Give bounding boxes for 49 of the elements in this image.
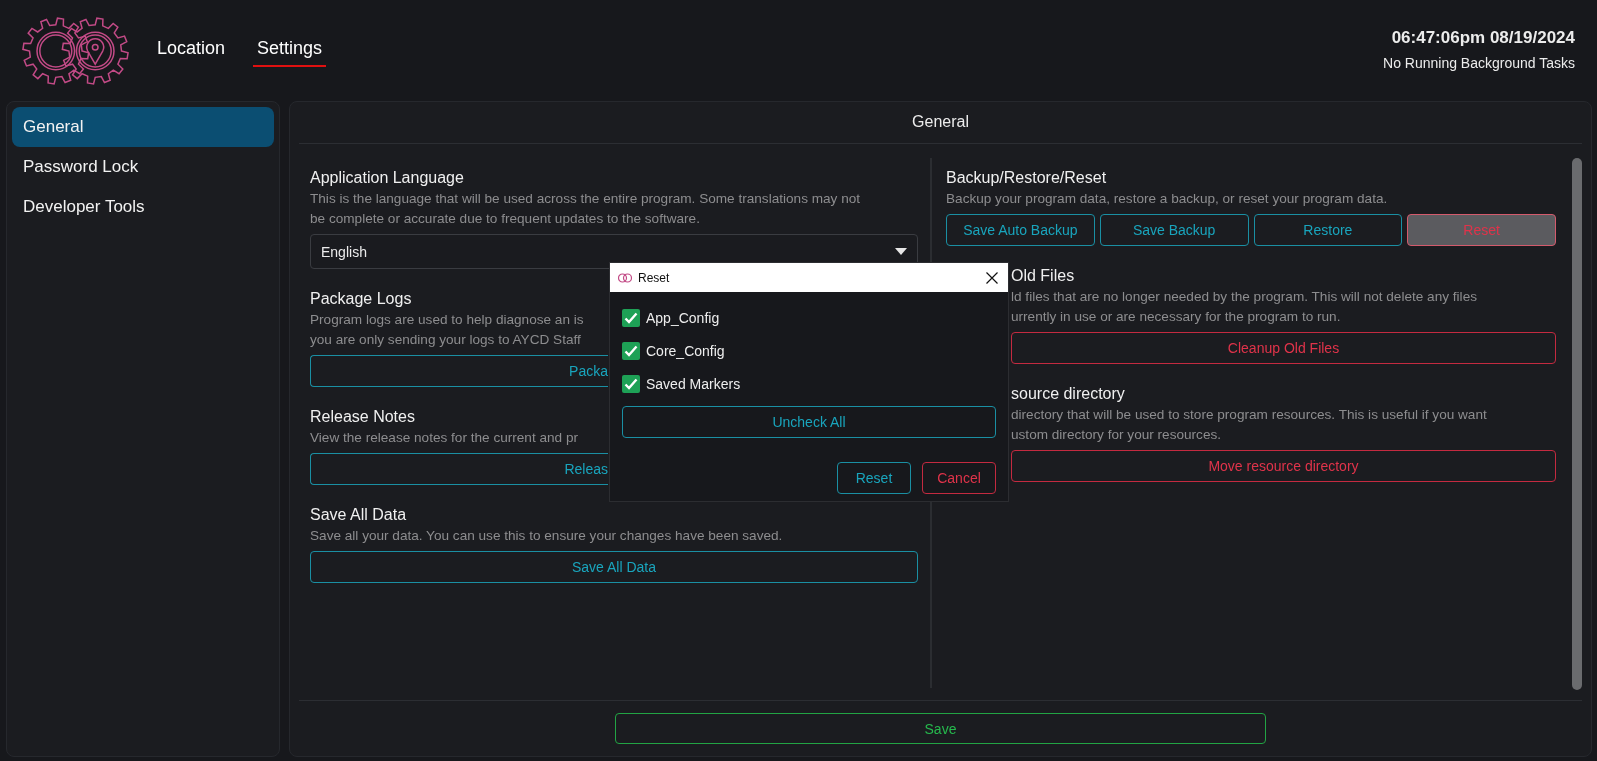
nav-tab[interactable]: Location — [153, 38, 230, 67]
gears-logo-icon — [618, 272, 632, 283]
action-button[interactable]: Move resource directory — [1011, 450, 1556, 482]
scrollbar[interactable] — [1572, 158, 1582, 690]
save-button[interactable]: Save — [615, 713, 1266, 744]
section-heading: Package Logs — [310, 289, 412, 309]
section-description: you are only sending your logs to AYCD Staff — [310, 331, 581, 349]
uncheck-all-button[interactable]: Uncheck All — [622, 406, 996, 438]
action-button[interactable]: Save All Data — [310, 551, 918, 583]
nav-tab[interactable]: Settings — [253, 38, 327, 67]
status-text: No Running Background Tasks — [1383, 55, 1575, 71]
checkbox-label: Saved Markers — [646, 375, 741, 392]
checkbox-label: Core_Config — [646, 342, 725, 359]
close-icon[interactable] — [986, 271, 998, 284]
dialog-button[interactable]: Reset — [837, 462, 911, 494]
section-heading: Release Notes — [310, 407, 415, 427]
section-heading: Backup/Restore/Reset — [946, 168, 1107, 188]
section-heading: Old Files — [1011, 266, 1075, 286]
section-description: urrently in use or are necessary for the program to run. — [1011, 308, 1341, 326]
section-description: ld files that are no longer needed by the program. This will not delete any files — [1011, 288, 1477, 306]
section-heading: source directory — [1011, 384, 1125, 404]
checkbox[interactable] — [622, 374, 640, 393]
dialog-title: Reset — [638, 270, 670, 285]
panel-title: General — [299, 102, 1582, 144]
action-button[interactable]: Cleanup Old Files — [1011, 332, 1556, 364]
section-description: Save all your data. You can use this to ensure your changes have been saved. — [310, 527, 783, 545]
action-button[interactable]: Restore — [1253, 214, 1403, 246]
sidebar-item[interactable]: Developer Tools — [12, 187, 274, 227]
section-description: Backup your program data, restore a backup, or reset your program data. — [946, 190, 1388, 208]
section-heading: Application Language — [310, 168, 464, 188]
action-button[interactable]: Releas — [310, 453, 608, 485]
checkbox[interactable] — [622, 308, 640, 327]
action-button[interactable]: Packa — [310, 355, 608, 387]
checkbox[interactable] — [622, 341, 640, 360]
section-description: View the release notes for the current and pr — [310, 429, 578, 447]
section-description: Program logs are used to help diagnose an is — [310, 311, 584, 329]
checkbox-label: App_Config — [646, 309, 720, 326]
sidebar-item[interactable]: General — [12, 107, 274, 147]
action-button[interactable]: Save Backup — [1099, 214, 1249, 246]
dialog-button[interactable]: Cancel — [922, 462, 996, 494]
section-description: be complete or accurate due to frequent updates to the software. — [310, 210, 700, 228]
sidebar-item[interactable]: Password Lock — [12, 147, 274, 187]
section-description: directory that will be used to store program resources. This is useful if you want — [1011, 406, 1487, 424]
caret-icon — [895, 248, 907, 255]
section-description: This is the language that will be used across the entire program. Some translations may not — [310, 190, 861, 208]
clock-text: 06:47:06pm 08/19/2024 — [1390, 28, 1575, 48]
action-button[interactable]: Save Auto Backup — [946, 214, 1095, 246]
section-heading: Save All Data — [310, 505, 407, 525]
section-description: ustom directory for your resources. — [1011, 426, 1222, 444]
